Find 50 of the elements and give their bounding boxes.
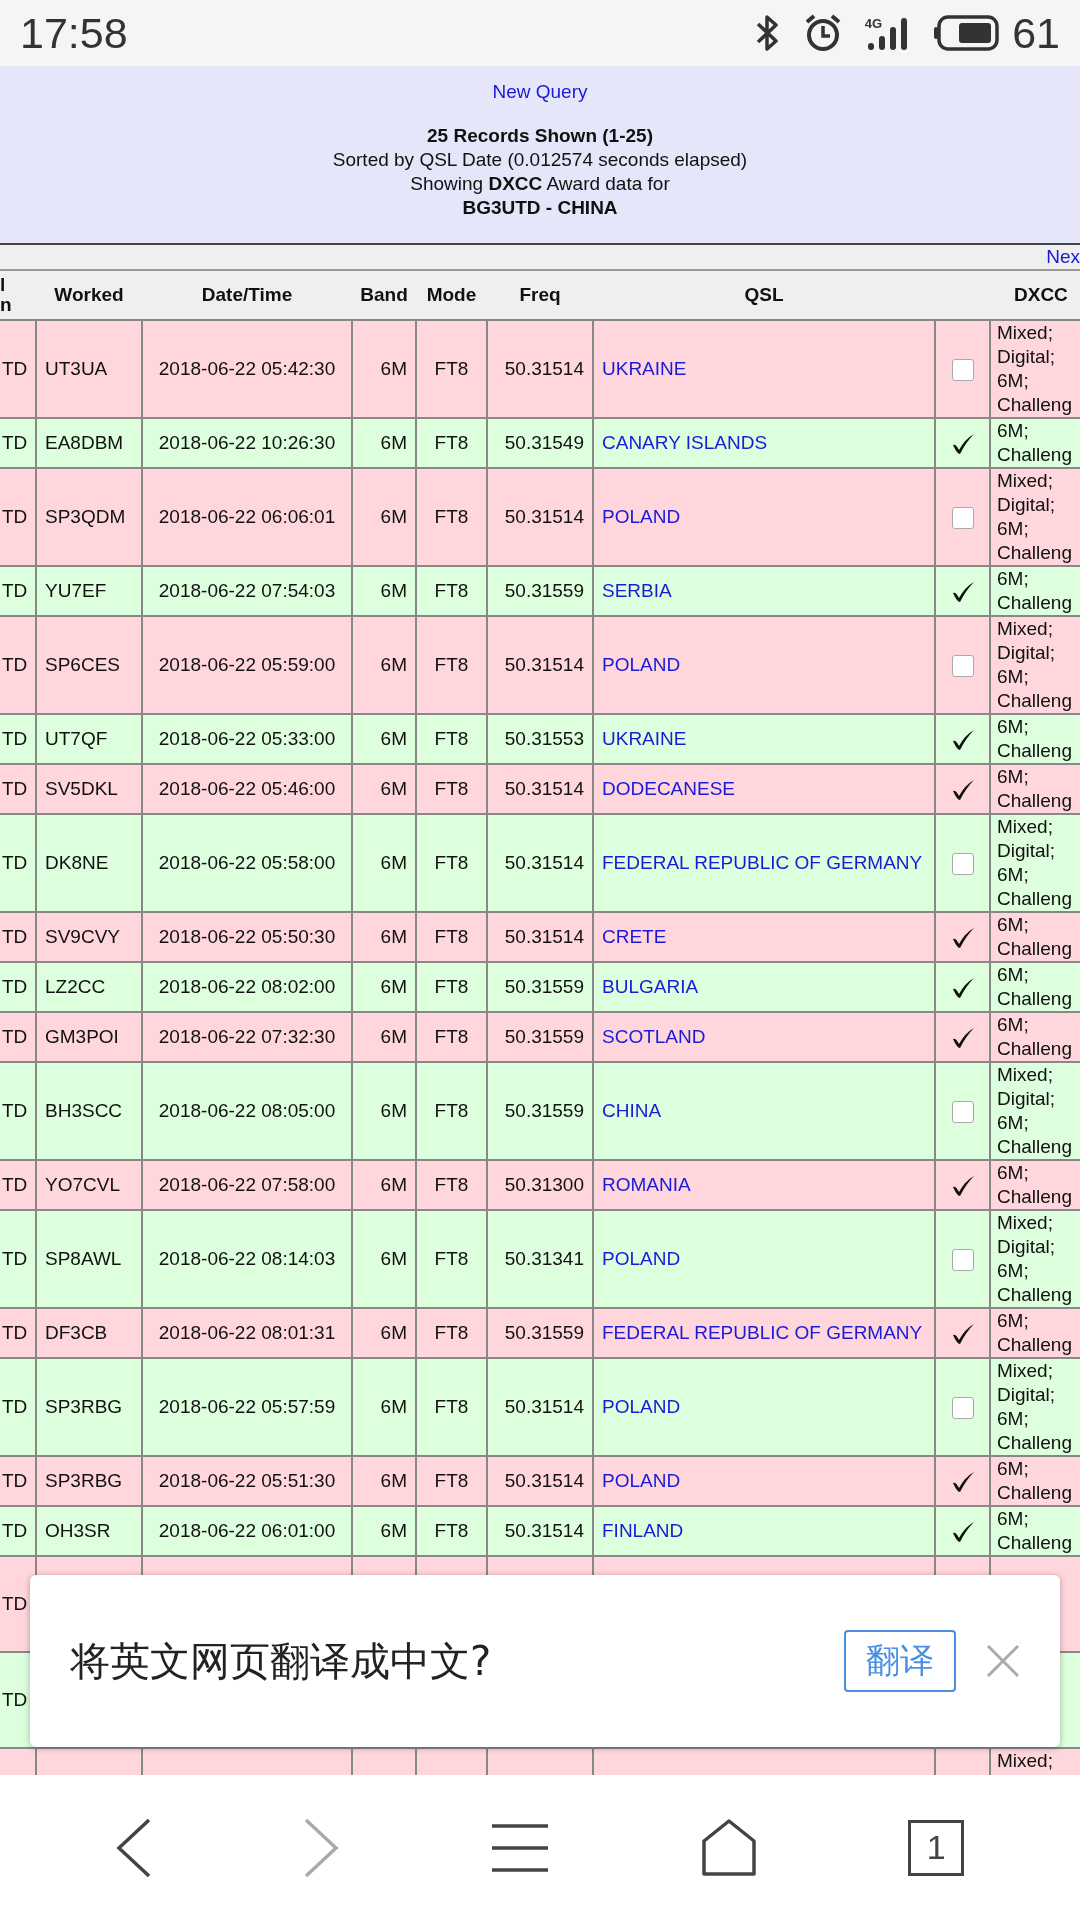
country-link[interactable]: UKRAINE: [602, 728, 687, 749]
country-link[interactable]: FINLAND: [602, 1520, 684, 1541]
country-link[interactable]: BULGARIA: [602, 976, 699, 997]
column-header: Band: [352, 271, 416, 320]
bluetooth-icon: [754, 14, 781, 52]
country-link[interactable]: ROMANIA: [602, 1174, 691, 1195]
network-label: 4G: [864, 16, 883, 31]
new-query-link[interactable]: New Query: [492, 80, 588, 104]
country-link[interactable]: CRETE: [602, 926, 667, 947]
country-link[interactable]: POLAND: [602, 1248, 681, 1269]
battery-icon: [934, 15, 1001, 51]
checkbox[interactable]: [951, 359, 974, 381]
battery-percent: 61: [1012, 8, 1060, 58]
country-link[interactable]: SERBIA: [602, 580, 672, 601]
station-name: BG3UTD - CHINA: [462, 196, 618, 220]
checkbox[interactable]: [951, 853, 974, 875]
country-link[interactable]: CHINA: [602, 1100, 662, 1121]
menu-icon[interactable]: [491, 1822, 549, 1873]
checkbox[interactable]: [951, 507, 974, 529]
sort-info: Sorted by QSL Date (0.012574 seconds elapsed): [332, 148, 748, 172]
translate-prompt: 将英文网页翻译成中文?: [70, 1636, 493, 1686]
checkbox[interactable]: [951, 1249, 974, 1271]
country-link[interactable]: UKRAINE: [602, 358, 687, 379]
close-icon[interactable]: [986, 1644, 1020, 1678]
column-header: DXCC: [990, 271, 1080, 320]
status-time: 17:58: [20, 8, 128, 58]
column-header: Mode: [416, 271, 487, 320]
country-link[interactable]: FEDERAL REPUBLIC OF GERMANY: [602, 852, 923, 873]
country-link[interactable]: FEDERAL REPUBLIC OF GERMANY: [602, 1322, 923, 1343]
column-header: Date/Time: [142, 271, 352, 320]
column-header: QSL: [593, 271, 935, 320]
column-header: Freq: [487, 271, 593, 320]
country-link[interactable]: POLAND: [602, 1396, 681, 1417]
checkbox[interactable]: [951, 655, 974, 677]
checkbox[interactable]: [951, 1397, 974, 1419]
back-icon[interactable]: [115, 1817, 152, 1878]
column-header: l n: [0, 274, 12, 315]
next-link[interactable]: Nex: [1046, 246, 1080, 267]
award-info: Showing DXCC Award data for: [410, 172, 670, 196]
country-link[interactable]: POLAND: [602, 506, 681, 527]
country-link[interactable]: POLAND: [602, 654, 681, 675]
checkbox[interactable]: [951, 1101, 974, 1123]
home-icon[interactable]: [700, 1818, 757, 1877]
records-count: 25 Records Shown (1-25): [427, 124, 653, 148]
country-link[interactable]: CANARY ISLANDS: [602, 432, 768, 453]
tabs-button[interactable]: 1: [908, 1819, 965, 1876]
country-link[interactable]: POLAND: [602, 1470, 681, 1491]
column-header: Worked: [36, 271, 142, 320]
country-link[interactable]: DODECANESE: [602, 778, 736, 799]
country-link[interactable]: SCOTLAND: [602, 1026, 706, 1047]
